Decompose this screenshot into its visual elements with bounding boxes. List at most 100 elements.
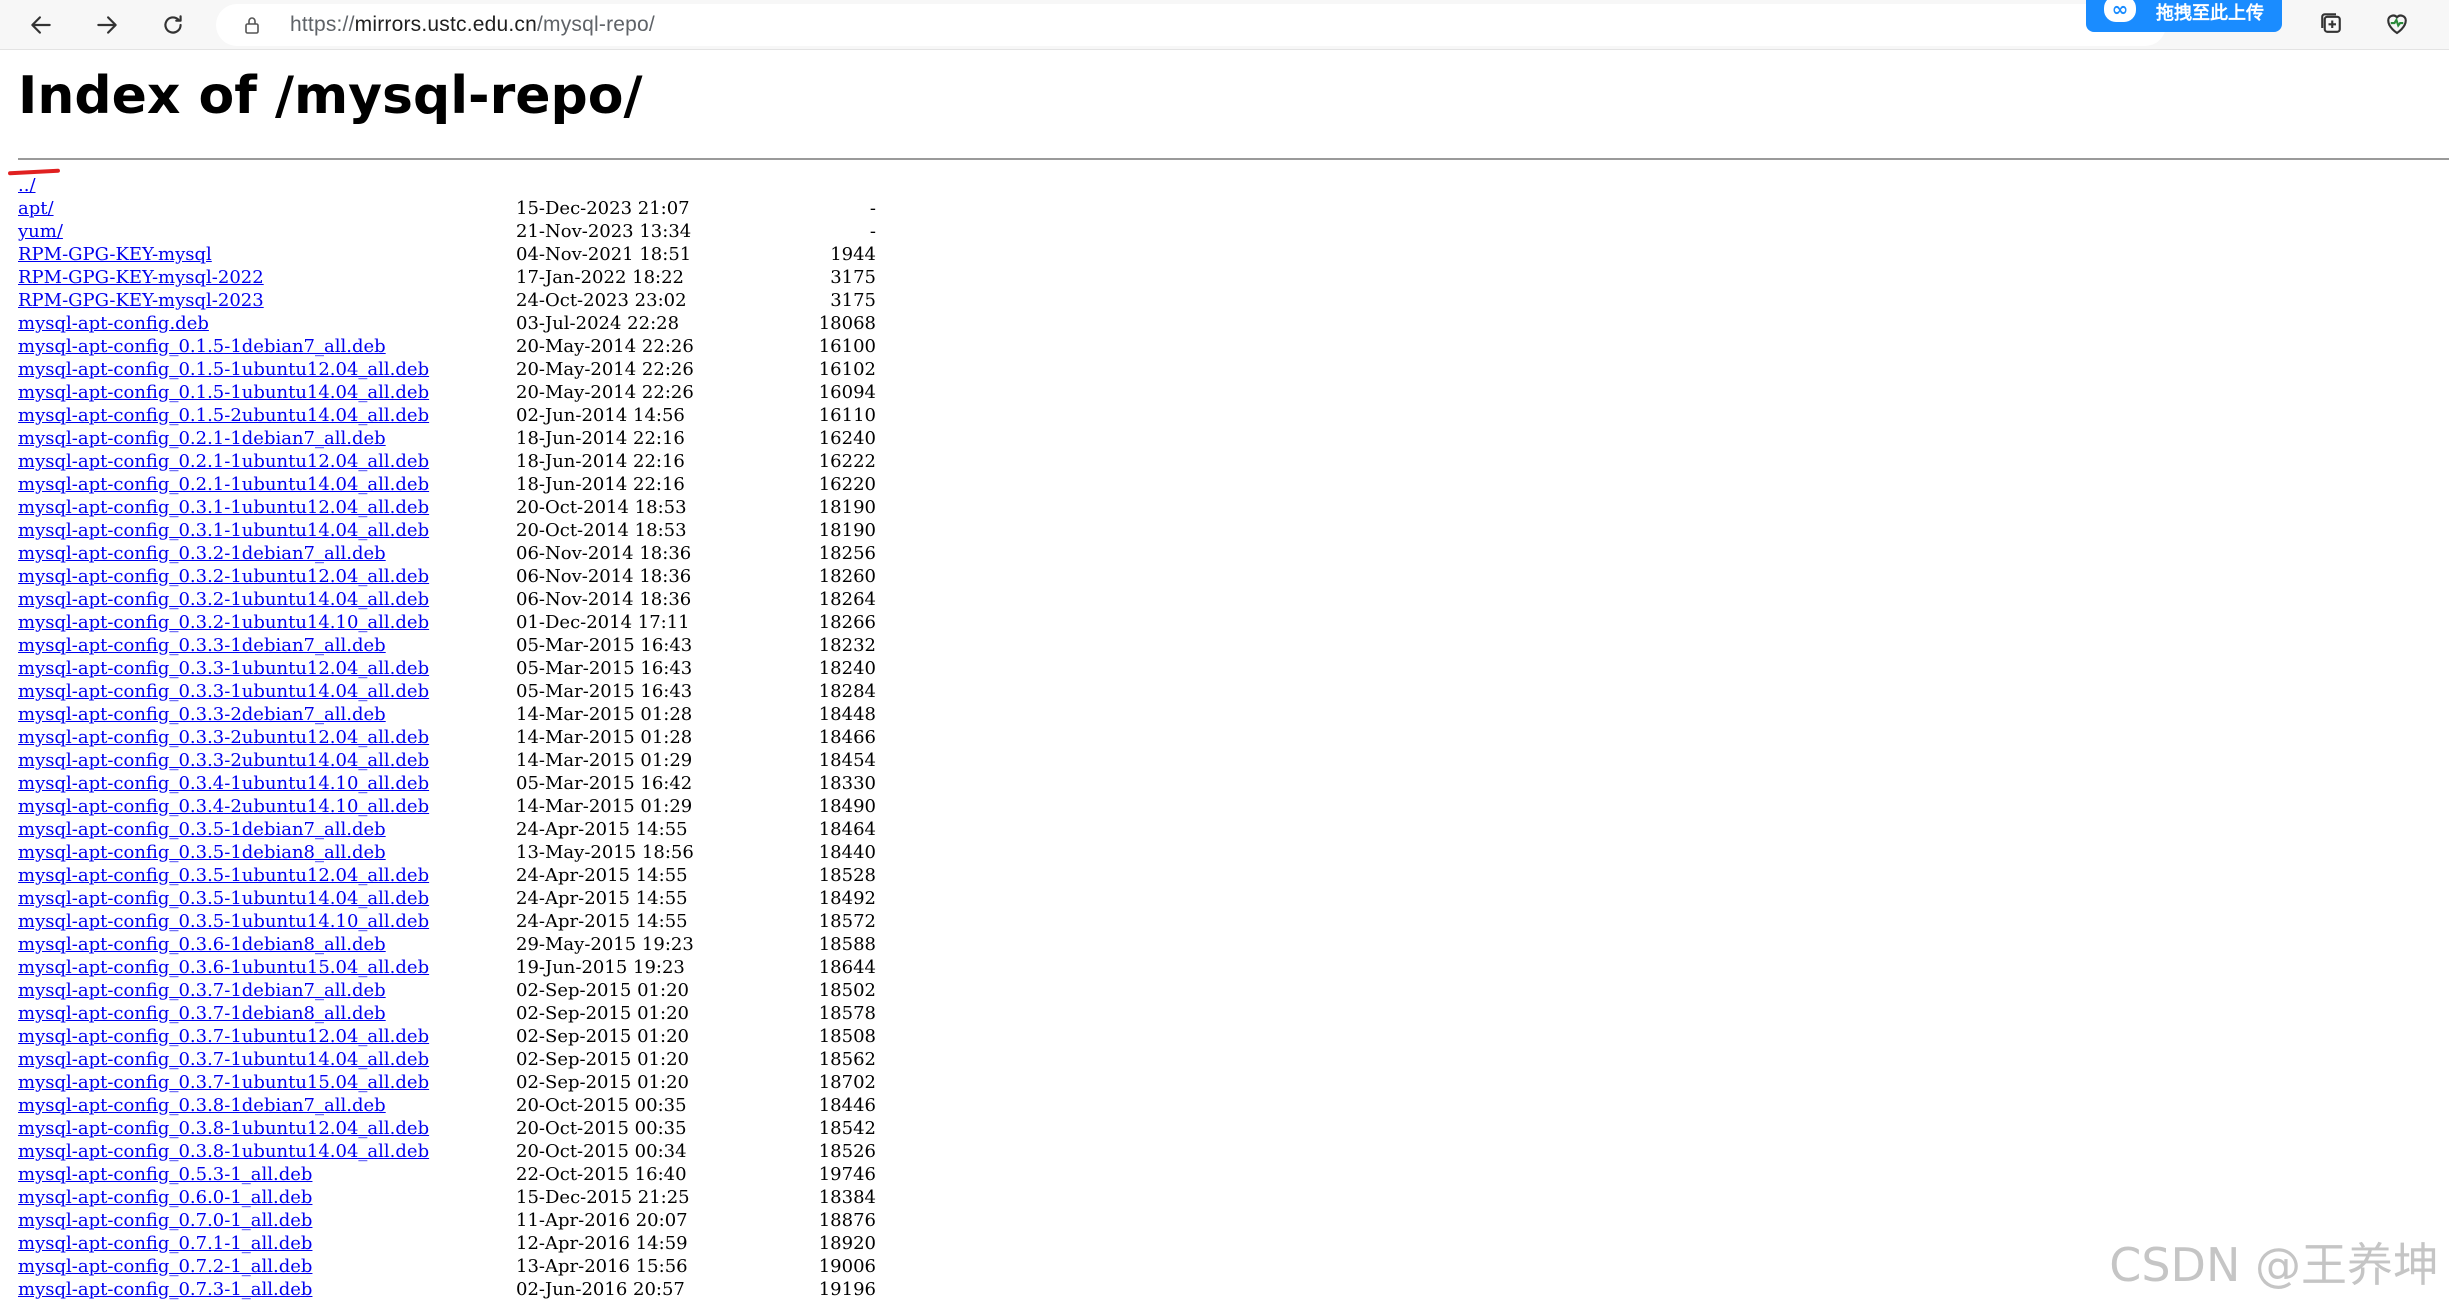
file-size: 18260 — [818, 566, 876, 587]
file-link[interactable]: mysql-apt-config_0.3.3-1ubuntu12.04_all.… — [18, 658, 429, 679]
file-link[interactable]: mysql-apt-config_0.3.7-1debian7_all.deb — [18, 980, 386, 1001]
listing-row: mysql-apt-config_0.3.4-2ubuntu14.10_all.… — [18, 795, 878, 818]
file-link[interactable]: mysql-apt-config_0.3.2-1ubuntu12.04_all.… — [18, 566, 429, 587]
file-link[interactable]: mysql-apt-config_0.3.5-1debian8_all.deb — [18, 842, 386, 863]
file-date: 24-Apr-2015 14:55 — [516, 865, 688, 886]
file-link[interactable]: mysql-apt-config_0.1.5-1ubuntu12.04_all.… — [18, 359, 429, 380]
page-title: Index of /mysql-repo/ — [18, 66, 643, 126]
file-link[interactable]: mysql-apt-config_0.1.5-1ubuntu14.04_all.… — [18, 382, 429, 403]
browser-essentials-button[interactable] — [2382, 8, 2416, 42]
file-date: 18-Jun-2014 22:16 — [516, 428, 685, 449]
listing-row: RPM-GPG-KEY-mysql-2022 17-Jan-2022 18:22 3… — [18, 266, 878, 289]
listing-row: mysql-apt-config_0.3.1-1ubuntu12.04_all.… — [18, 496, 878, 519]
file-size: 16094 — [818, 382, 876, 403]
file-link[interactable]: mysql-apt-config_0.3.7-1ubuntu15.04_all.… — [18, 1072, 429, 1093]
file-link[interactable]: mysql-apt-config_0.3.5-1ubuntu14.04_all.… — [18, 888, 429, 909]
file-date: 06-Nov-2014 18:36 — [516, 566, 692, 587]
file-date: 14-Mar-2015 01:28 — [516, 727, 693, 748]
csdn-watermark: CSDN @王养坤 — [2109, 1238, 2439, 1292]
file-size: 18492 — [818, 888, 876, 909]
file-link[interactable]: yum/ — [18, 221, 63, 242]
file-link[interactable]: mysql-apt-config.deb — [18, 313, 209, 334]
file-size: 18068 — [818, 313, 876, 334]
file-link[interactable]: mysql-apt-config_0.3.6-1debian8_all.deb — [18, 934, 386, 955]
heart-pulse-icon — [2387, 14, 2407, 35]
file-link[interactable]: mysql-apt-config_0.3.8-1ubuntu14.04_all.… — [18, 1141, 429, 1162]
listing-row: mysql-apt-config.deb 03-Jul-2024 22:28 180… — [18, 312, 878, 335]
file-link[interactable]: mysql-apt-config_0.7.3-1_all.deb — [18, 1279, 312, 1300]
file-link[interactable]: mysql-apt-config_0.2.1-1debian7_all.deb — [18, 428, 386, 449]
file-link[interactable]: mysql-apt-config_0.3.5-1ubuntu14.10_all.… — [18, 911, 429, 932]
file-link[interactable]: mysql-apt-config_0.5.3-1_all.deb — [18, 1164, 312, 1185]
address-bar[interactable]: https://mirrors.ustc.edu.cn/mysql-repo/ … — [216, 4, 2166, 46]
file-size: 18446 — [818, 1095, 876, 1116]
file-link[interactable]: mysql-apt-config_0.1.5-1debian7_all.deb — [18, 336, 386, 357]
lock-icon[interactable] — [242, 15, 262, 35]
file-link[interactable]: RPM-GPG-KEY-mysql-2023 — [18, 290, 264, 311]
file-date: 02-Jun-2014 14:56 — [516, 405, 685, 426]
file-link[interactable]: mysql-apt-config_0.1.5-2ubuntu14.04_all.… — [18, 405, 429, 426]
file-link[interactable]: mysql-apt-config_0.3.3-2ubuntu12.04_all.… — [18, 727, 429, 748]
file-link[interactable]: mysql-apt-config_0.3.3-1debian7_all.deb — [18, 635, 386, 656]
file-link[interactable]: mysql-apt-config_0.7.0-1_all.deb — [18, 1210, 312, 1231]
file-link[interactable]: mysql-apt-config_0.3.4-1ubuntu14.10_all.… — [18, 773, 429, 794]
file-link[interactable]: RPM-GPG-KEY-mysql — [18, 244, 212, 265]
file-link[interactable]: apt/ — [18, 198, 54, 219]
infinity-icon: ∞ — [2104, 0, 2136, 22]
file-date: 21-Nov-2023 13:34 — [516, 221, 692, 242]
file-link[interactable]: mysql-apt-config_0.3.2-1debian7_all.deb — [18, 543, 386, 564]
file-link[interactable]: mysql-apt-config_0.3.7-1debian8_all.deb — [18, 1003, 386, 1024]
listing-row: mysql-apt-config_0.3.3-1ubuntu14.04_all.… — [18, 680, 878, 703]
file-date: 20-Oct-2015 00:35 — [516, 1118, 687, 1139]
file-size: 3175 — [830, 267, 876, 288]
file-link[interactable]: mysql-apt-config_0.3.1-1ubuntu14.04_all.… — [18, 520, 429, 541]
file-link[interactable]: mysql-apt-config_0.2.1-1ubuntu12.04_all.… — [18, 451, 429, 472]
file-link[interactable]: RPM-GPG-KEY-mysql-2022 — [18, 267, 264, 288]
file-link[interactable]: mysql-apt-config_0.6.0-1_all.deb — [18, 1187, 312, 1208]
file-link[interactable]: mysql-apt-config_0.3.7-1ubuntu12.04_all.… — [18, 1026, 429, 1047]
file-link[interactable]: mysql-apt-config_0.3.8-1debian7_all.deb — [18, 1095, 386, 1116]
listing-row: mysql-apt-config_0.3.2-1ubuntu14.10_all.… — [18, 611, 878, 634]
file-size: 18466 — [818, 727, 876, 748]
listing-row: mysql-apt-config_0.1.5-1ubuntu12.04_all.… — [18, 358, 878, 381]
listing-row: mysql-apt-config_0.3.7-1ubuntu12.04_all.… — [18, 1025, 878, 1048]
file-date: 19-Jun-2015 19:23 — [516, 957, 685, 978]
file-link[interactable]: mysql-apt-config_0.3.4-2ubuntu14.10_all.… — [18, 796, 429, 817]
file-date: 12-Apr-2016 14:59 — [516, 1233, 688, 1254]
file-link[interactable]: mysql-apt-config_0.3.6-1ubuntu15.04_all.… — [18, 957, 429, 978]
file-size: - — [869, 198, 876, 219]
parent-dir-link[interactable]: ../ — [18, 175, 36, 196]
file-date: 20-Oct-2014 18:53 — [516, 497, 687, 518]
upload-drop-banner[interactable]: ∞ 拖拽至此上传 — [2086, 0, 2282, 32]
file-date: 14-Mar-2015 01:29 — [516, 750, 693, 771]
file-link[interactable]: mysql-apt-config_0.3.2-1ubuntu14.10_all.… — [18, 612, 429, 633]
file-date: 18-Jun-2014 22:16 — [516, 451, 685, 472]
back-button[interactable] — [22, 6, 60, 44]
file-size: 18588 — [818, 934, 876, 955]
forward-button[interactable] — [88, 6, 126, 44]
file-link[interactable]: mysql-apt-config_0.3.3-2ubuntu14.04_all.… — [18, 750, 429, 771]
file-link[interactable]: mysql-apt-config_0.7.1-1_all.deb — [18, 1233, 312, 1254]
file-link[interactable]: mysql-apt-config_0.3.1-1ubuntu12.04_all.… — [18, 497, 429, 518]
listing-row: mysql-apt-config_0.7.2-1_all.deb 13-Apr-2… — [18, 1255, 878, 1278]
listing-row: mysql-apt-config_0.3.3-1debian7_all.deb 0… — [18, 634, 878, 657]
file-date: 17-Jan-2022 18:22 — [516, 267, 685, 288]
listing-row: mysql-apt-config_0.3.3-1ubuntu12.04_all.… — [18, 657, 878, 680]
file-size: 18264 — [818, 589, 876, 610]
file-link[interactable]: mysql-apt-config_0.3.7-1ubuntu14.04_all.… — [18, 1049, 429, 1070]
file-size: 18528 — [818, 865, 876, 886]
file-link[interactable]: mysql-apt-config_0.3.3-1ubuntu14.04_all.… — [18, 681, 429, 702]
file-date: 13-May-2015 18:56 — [516, 842, 694, 863]
file-link[interactable]: mysql-apt-config_0.7.2-1_all.deb — [18, 1256, 312, 1277]
file-link[interactable]: mysql-apt-config_0.3.5-1debian7_all.deb — [18, 819, 386, 840]
file-link[interactable]: mysql-apt-config_0.3.8-1ubuntu12.04_all.… — [18, 1118, 429, 1139]
file-link[interactable]: mysql-apt-config_0.3.3-2debian7_all.deb — [18, 704, 386, 725]
file-link[interactable]: mysql-apt-config_0.3.2-1ubuntu14.04_all.… — [18, 589, 429, 610]
url-text[interactable]: https://mirrors.ustc.edu.cn/mysql-repo/ — [290, 13, 655, 37]
file-link[interactable]: mysql-apt-config_0.3.5-1ubuntu12.04_all.… — [18, 865, 429, 886]
refresh-button[interactable] — [154, 6, 192, 44]
file-date: 15-Dec-2023 21:07 — [516, 198, 690, 219]
file-link[interactable]: mysql-apt-config_0.2.1-1ubuntu14.04_all.… — [18, 474, 429, 495]
file-date: 05-Mar-2015 16:42 — [516, 773, 693, 794]
collections-button[interactable] — [2316, 8, 2350, 42]
